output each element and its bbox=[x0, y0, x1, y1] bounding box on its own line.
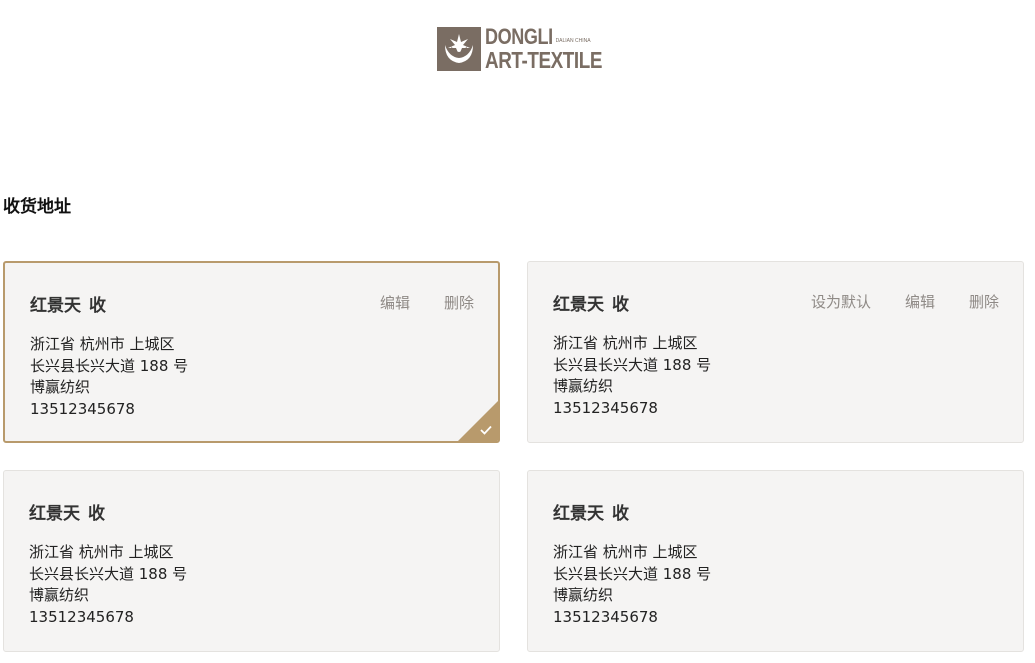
dongli-logo-emblem-icon bbox=[437, 27, 481, 71]
address-card[interactable]: 红景天收 浙江省 杭州市 上城区 长兴县长兴大道 188 号 博赢纺织 1351… bbox=[3, 470, 500, 652]
set-default-button[interactable]: 设为默认 bbox=[811, 291, 871, 312]
recipient-name: 红景天收 bbox=[553, 290, 629, 315]
card-actions: 编辑 删除 bbox=[380, 292, 474, 313]
recipient-name: 红景天收 bbox=[29, 499, 105, 524]
address-page: DONGLI DALIAN CHINA ART-TEXTILE 收货地址 红景天… bbox=[0, 0, 1035, 663]
address-phone: 13512345678 bbox=[29, 608, 134, 627]
recipient-name-text: 红景天 bbox=[30, 296, 81, 316]
edit-button[interactable]: 编辑 bbox=[905, 291, 935, 312]
address-street: 长兴县长兴大道 188 号 bbox=[553, 564, 712, 583]
recipient-name-text: 红景天 bbox=[553, 295, 604, 315]
recipient-name-text: 红景天 bbox=[29, 504, 80, 524]
delete-button[interactable]: 删除 bbox=[444, 292, 474, 313]
address-lines: 浙江省 杭州市 上城区 长兴县长兴大道 188 号 博赢纺织 135123456… bbox=[553, 542, 711, 629]
address-company: 博赢纺织 bbox=[29, 586, 90, 605]
address-lines: 浙江省 杭州市 上城区 长兴县长兴大道 188 号 博赢纺织 135123456… bbox=[30, 334, 188, 421]
card-actions: 设为默认 编辑 删除 bbox=[811, 291, 999, 312]
recipient-suffix: 收 bbox=[612, 295, 629, 315]
section-title: 收货地址 bbox=[3, 197, 71, 217]
logo-word-art-textile: ART-TEXTILE bbox=[485, 47, 603, 73]
logo-subtitle: DALIAN CHINA bbox=[555, 38, 591, 44]
recipient-name-text: 红景天 bbox=[553, 504, 604, 524]
delete-button[interactable]: 删除 bbox=[969, 291, 999, 312]
address-phone: 13512345678 bbox=[30, 400, 135, 419]
address-lines: 浙江省 杭州市 上城区 长兴县长兴大道 188 号 博赢纺织 135123456… bbox=[553, 333, 711, 420]
brand-logo[interactable]: DONGLI DALIAN CHINA ART-TEXTILE bbox=[437, 26, 628, 72]
address-region: 浙江省 杭州市 上城区 bbox=[553, 334, 698, 352]
address-region: 浙江省 杭州市 上城区 bbox=[553, 543, 698, 561]
address-company: 博赢纺织 bbox=[30, 378, 91, 397]
address-street: 长兴县长兴大道 188 号 bbox=[553, 355, 712, 374]
address-region: 浙江省 杭州市 上城区 bbox=[30, 335, 175, 353]
recipient-name: 红景天收 bbox=[30, 291, 106, 316]
recipient-name: 红景天收 bbox=[553, 499, 629, 524]
recipient-suffix: 收 bbox=[88, 504, 105, 524]
address-street: 长兴县长兴大道 188 号 bbox=[29, 564, 188, 583]
recipient-suffix: 收 bbox=[89, 296, 106, 316]
address-phone: 13512345678 bbox=[553, 608, 658, 627]
edit-button[interactable]: 编辑 bbox=[380, 292, 410, 313]
address-card[interactable]: 红景天收 设为默认 编辑 删除 浙江省 杭州市 上城区 长兴县长兴大道 188 … bbox=[527, 261, 1024, 443]
address-region: 浙江省 杭州市 上城区 bbox=[29, 543, 174, 561]
logo-word-dongli: DONGLI bbox=[485, 24, 553, 49]
address-card[interactable]: 红景天收 浙江省 杭州市 上城区 长兴县长兴大道 188 号 博赢纺织 1351… bbox=[527, 470, 1024, 652]
address-company: 博赢纺织 bbox=[553, 586, 614, 605]
address-company: 博赢纺织 bbox=[553, 377, 614, 396]
address-lines: 浙江省 杭州市 上城区 长兴县长兴大道 188 号 博赢纺织 135123456… bbox=[29, 542, 187, 629]
recipient-suffix: 收 bbox=[612, 504, 629, 524]
address-phone: 13512345678 bbox=[553, 399, 658, 418]
address-street: 长兴县长兴大道 188 号 bbox=[30, 356, 189, 375]
check-icon bbox=[480, 425, 492, 435]
address-card-selected[interactable]: 红景天收 编辑 删除 浙江省 杭州市 上城区 长兴县长兴大道 188 号 博赢纺… bbox=[3, 261, 500, 443]
